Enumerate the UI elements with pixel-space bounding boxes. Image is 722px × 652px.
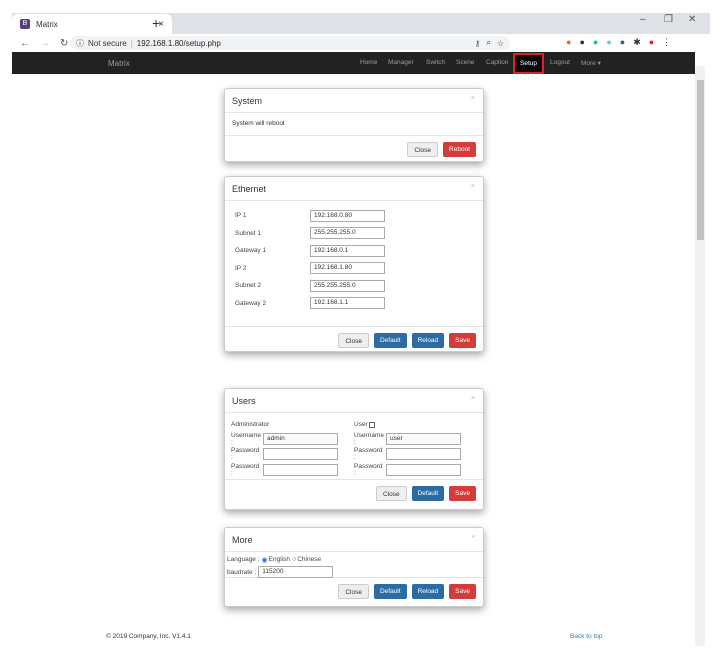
ethernet-panel: Ethernet × IP 1 192.168.0.80 Subnet 1 255.2… xyxy=(224,176,484,352)
tab-title: Matrix xyxy=(36,19,58,29)
new-tab-icon[interactable]: + xyxy=(152,15,160,31)
users-panel: Users × Administrator Username : admin Pas… xyxy=(224,388,484,510)
zoom-icon[interactable]: ⌕ xyxy=(486,38,490,48)
brand[interactable]: Matrix xyxy=(108,59,130,68)
star-icon[interactable]: ☆ xyxy=(497,39,504,48)
gateway1-input[interactable]: 192.168.0.1 xyxy=(310,244,385,257)
admin-password-input[interactable] xyxy=(263,448,338,461)
window-close-icon[interactable]: ✕ xyxy=(688,14,696,25)
profile-icon[interactable]: ● xyxy=(649,37,654,48)
menu-icon[interactable]: ⋮ xyxy=(662,37,671,48)
nav-more[interactable]: More ▾ xyxy=(581,59,601,67)
security-label: Not secure xyxy=(88,38,127,48)
username-label: Username : xyxy=(231,431,261,446)
puzzle-icon[interactable]: ✱ xyxy=(633,37,641,48)
gateway2-label: Gateway 2 xyxy=(235,299,267,307)
chinese-label: Chinese xyxy=(297,556,322,563)
default-button[interactable]: Default xyxy=(411,486,445,501)
close-button[interactable]: Close xyxy=(338,584,369,599)
reload-icon[interactable]: ↻ xyxy=(60,38,68,49)
close-icon[interactable]: × xyxy=(471,95,475,102)
subnet2-label: Subnet 2 xyxy=(235,282,262,290)
minimize-icon[interactable]: – xyxy=(640,14,646,25)
browser-tab[interactable]: B Matrix × xyxy=(12,14,172,34)
chinese-radio[interactable]: ○ xyxy=(292,556,296,563)
close-button[interactable]: Close xyxy=(338,333,369,348)
password-label: Password : xyxy=(231,447,260,462)
extension-icon[interactable]: ● xyxy=(566,37,571,48)
confirm-password-label: Password : xyxy=(354,462,383,477)
administrator-label: Administrator xyxy=(231,421,270,428)
nav-setup[interactable]: Setup xyxy=(513,53,544,74)
panel-title: System xyxy=(232,96,263,106)
user-password-input[interactable] xyxy=(386,448,461,461)
reboot-button[interactable]: Reboot xyxy=(443,142,476,157)
confirm-password-label: Password : xyxy=(231,462,260,477)
english-radio[interactable]: ◉ xyxy=(262,556,268,564)
subnet1-label: Subnet 1 xyxy=(235,229,262,237)
nav-scene[interactable]: Scene xyxy=(456,59,474,66)
default-button[interactable]: Default xyxy=(373,584,407,599)
save-button[interactable]: Save xyxy=(449,584,476,599)
forward-icon[interactable]: → xyxy=(40,38,50,49)
user-label: User xyxy=(354,421,368,428)
english-label: English xyxy=(268,556,290,563)
nav-home[interactable]: Home xyxy=(360,59,377,66)
password-label: Password : xyxy=(354,447,383,462)
save-button[interactable]: Save xyxy=(449,486,476,501)
restore-icon[interactable]: ❐ xyxy=(664,14,673,25)
scrollbar-thumb[interactable] xyxy=(697,80,704,240)
close-button[interactable]: Close xyxy=(407,142,439,157)
ip2-input[interactable]: 192.168.1.80 xyxy=(310,262,385,275)
reload-button[interactable]: Reload xyxy=(411,333,445,348)
extension-icon[interactable]: ● xyxy=(620,37,625,48)
ip2-label: IP 2 xyxy=(235,264,247,272)
copyright: © 2019 Company, Inc. V1.4.1 xyxy=(106,633,191,640)
panel-title: More xyxy=(232,535,253,545)
admin-username-input[interactable]: admin xyxy=(263,432,338,445)
reload-button[interactable]: Reload xyxy=(411,584,445,599)
default-button[interactable]: Default xyxy=(373,333,407,348)
nav-switch[interactable]: Switch xyxy=(426,59,445,66)
back-icon[interactable]: ← xyxy=(20,38,30,49)
key-icon[interactable]: ⚷ xyxy=(474,39,480,48)
panel-title: Users xyxy=(232,396,256,406)
close-icon[interactable]: × xyxy=(471,395,475,402)
url-input[interactable]: ⓘ Not secure | 192.168.1.80/setup.php ⚷ … xyxy=(70,36,510,50)
user-confirm-password-input[interactable] xyxy=(386,463,461,476)
navbar: Matrix Home Manager Switch Scene Caption… xyxy=(12,52,695,74)
subnet2-input[interactable]: 255.255.255.0 xyxy=(310,279,385,292)
more-panel: More × Language : ◉ English ○ Chinese bau… xyxy=(224,527,484,607)
gateway1-label: Gateway 1 xyxy=(235,247,267,255)
back-to-top-link[interactable]: Back to top xyxy=(570,633,603,640)
panel-title: Ethernet xyxy=(232,184,267,194)
baudrate-label: baudrate : xyxy=(227,568,257,576)
extension-icon[interactable]: ● xyxy=(579,37,584,48)
user-username-input[interactable]: user xyxy=(386,432,461,445)
user-checkbox[interactable] xyxy=(368,421,375,428)
extension-icon[interactable]: ● xyxy=(606,37,611,48)
language-label: Language : xyxy=(227,556,260,563)
close-icon[interactable]: × xyxy=(471,183,475,190)
gateway2-input[interactable]: 192.168.1.1 xyxy=(310,297,385,310)
nav-logout[interactable]: Logout xyxy=(550,59,570,66)
system-panel: System × System will reboot Close Reboot xyxy=(224,88,484,162)
nav-manager[interactable]: Manager xyxy=(388,59,414,66)
close-icon[interactable]: × xyxy=(471,534,475,541)
username-label: Username : xyxy=(354,431,384,446)
subnet1-input[interactable]: 255.255.255.0 xyxy=(310,227,385,240)
favicon-icon: B xyxy=(20,19,30,29)
nav-caption[interactable]: Caption xyxy=(486,59,508,66)
admin-confirm-password-input[interactable] xyxy=(263,463,338,476)
baudrate-input[interactable]: 115200 xyxy=(258,566,334,578)
extension-icon[interactable]: ● xyxy=(593,37,598,48)
ip1-label: IP 1 xyxy=(235,212,247,220)
system-message: System will reboot xyxy=(232,120,285,127)
ip1-input[interactable]: 192.168.0.80 xyxy=(310,209,385,222)
url-text: 192.168.1.80/setup.php xyxy=(136,38,221,48)
save-button[interactable]: Save xyxy=(449,333,476,348)
info-icon: ⓘ xyxy=(76,38,84,48)
close-button[interactable]: Close xyxy=(375,486,407,501)
